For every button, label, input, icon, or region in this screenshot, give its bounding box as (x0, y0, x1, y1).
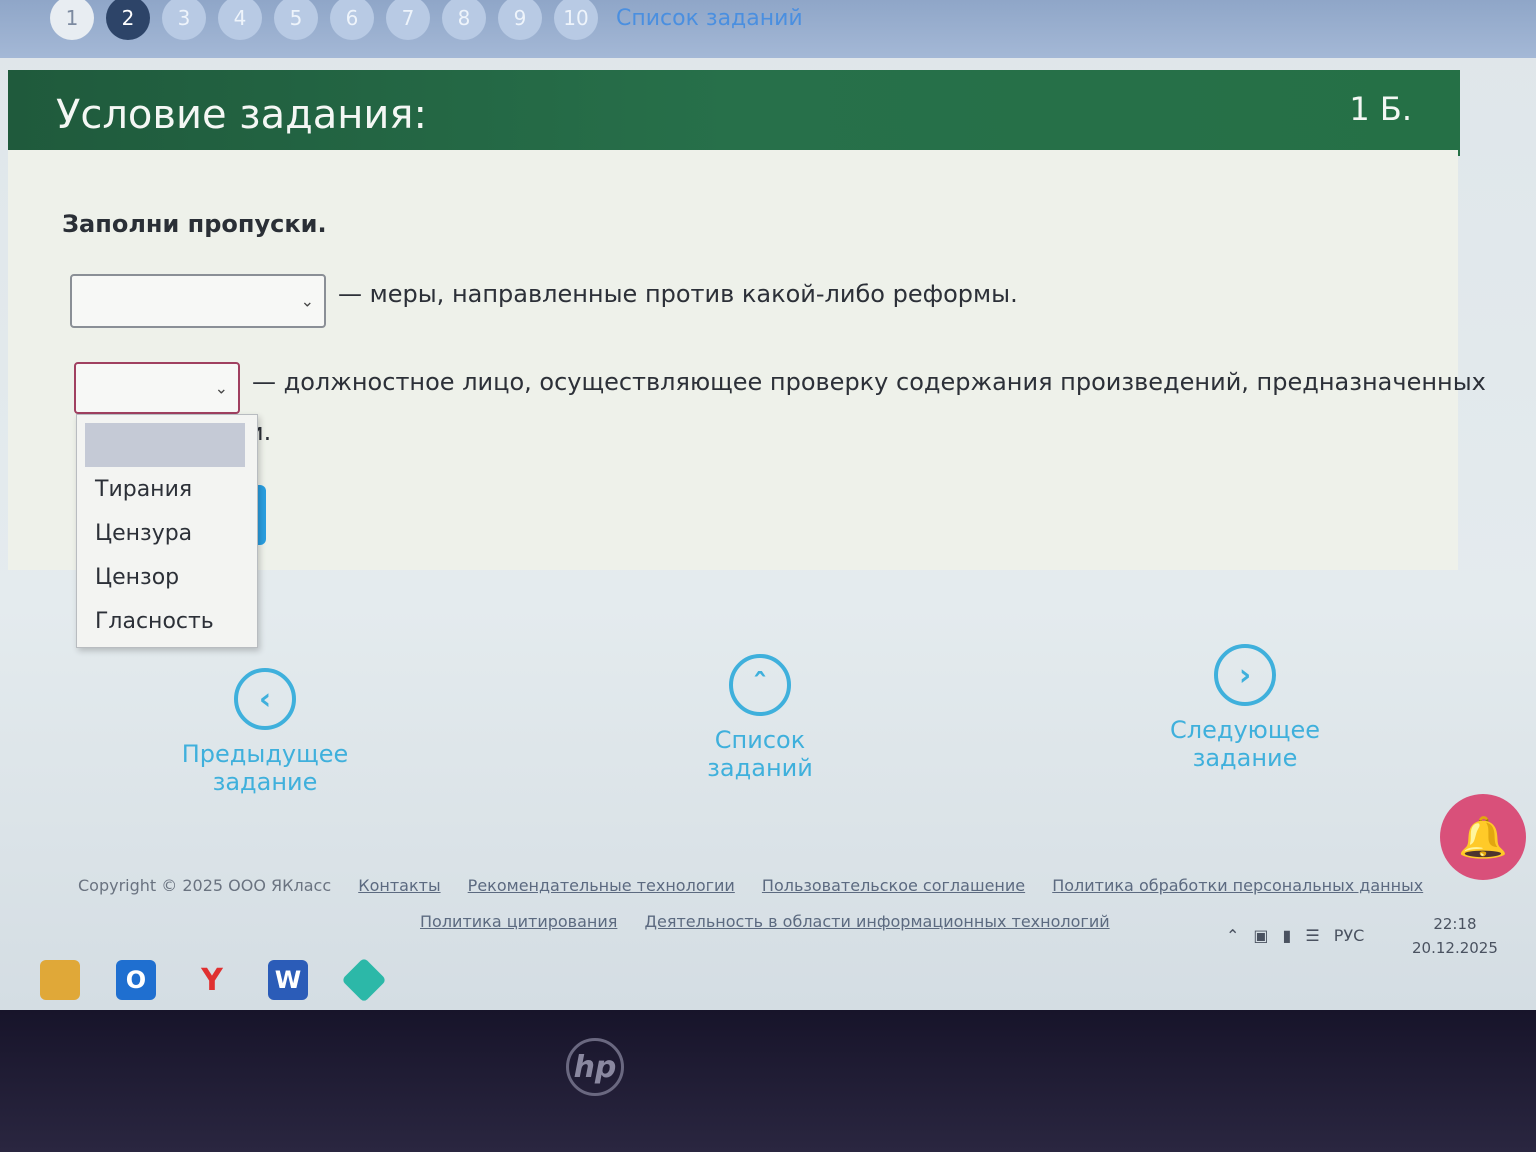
task-list-link[interactable]: Список заданий (616, 6, 803, 31)
page-10-button[interactable]: 10 (554, 0, 598, 40)
hp-logo-icon: hp (566, 1038, 624, 1096)
footer-link-privacy[interactable]: Политика обработки персональных данных (1052, 876, 1423, 895)
previous-task-label: Предыдущее задание (181, 740, 349, 796)
wifi-icon[interactable]: ☰ (1305, 926, 1319, 945)
task-header: Условие задания: 1 Б. (8, 70, 1460, 156)
footer-links: Copyright © 2025 ООО ЯКласс Контакты Рек… (78, 876, 1423, 895)
page-4-button[interactable]: 4 (218, 0, 262, 40)
dropdown-options-list: Тирания Цензура Цензор Гласность (76, 414, 258, 648)
task-pagination-bar: 1 2 3 4 5 6 7 8 9 10 Список заданий (0, 0, 1536, 58)
page-5-button[interactable]: 5 (274, 0, 318, 40)
copyright-text: Copyright © 2025 ООО ЯКласс (78, 876, 332, 895)
footer-link-user-agreement[interactable]: Пользовательское соглашение (762, 876, 1025, 895)
outlook-icon[interactable]: O (116, 960, 156, 1000)
bell-icon[interactable]: 🔔 (1440, 794, 1526, 880)
task-list-label: Список заданий (707, 726, 813, 782)
dropdown-option[interactable]: Гласность (95, 609, 214, 634)
blank-select-2[interactable]: ⌄ (74, 362, 240, 414)
footer-links-2: Политика цитирования Деятельность в обла… (420, 912, 1110, 931)
next-task-button[interactable]: › Следующее задание (1120, 644, 1370, 772)
chevron-down-icon: ⌄ (300, 291, 314, 311)
next-task-label: Следующее задание (1170, 716, 1320, 772)
blank-select-1[interactable]: ⌄ (70, 274, 326, 328)
browser-screen: 1 2 3 4 5 6 7 8 9 10 Список заданий Усло… (0, 0, 1536, 1010)
page-9-button[interactable]: 9 (498, 0, 542, 40)
dropdown-option[interactable]: Тирания (95, 477, 192, 502)
clock-time: 22:18 (1433, 915, 1477, 933)
battery-icon[interactable]: ▮ (1283, 926, 1292, 945)
yandex-browser-icon[interactable]: Y (192, 960, 232, 1000)
task-list-button[interactable]: ˆ Список заданий (660, 654, 860, 782)
sentence-2-text: — должностное лицо, осуществляющее прове… (252, 368, 1486, 396)
meet-icon[interactable]: ▣ (1253, 926, 1268, 945)
page-1-button[interactable]: 1 (50, 0, 94, 40)
chevron-left-icon: ‹ (234, 668, 296, 730)
task-condition-title: Условие задания: (56, 92, 427, 138)
chevron-down-icon: ⌄ (214, 378, 228, 398)
page-3-button[interactable]: 3 (162, 0, 206, 40)
sentence-1-text: — меры, направленные против какой-либо р… (338, 280, 1018, 308)
footer-link-citation[interactable]: Политика цитирования (420, 912, 617, 931)
system-tray: ⌃ ▣ ▮ ☰ РУС (1226, 926, 1364, 945)
page-6-button[interactable]: 6 (330, 0, 374, 40)
page-8-button[interactable]: 8 (442, 0, 486, 40)
task-instruction: Заполни пропуски. (62, 210, 327, 238)
file-explorer-icon[interactable] (40, 960, 80, 1000)
language-indicator[interactable]: РУС (1334, 926, 1365, 945)
word-icon[interactable]: W (268, 960, 308, 1000)
chevron-up-icon: ˆ (729, 654, 791, 716)
page-numbers: 1 2 3 4 5 6 7 8 9 10 Список заданий (50, 0, 803, 40)
chevron-up-icon[interactable]: ⌃ (1226, 926, 1239, 945)
footer-link-contacts[interactable]: Контакты (358, 876, 440, 895)
taskbar: O Y W (0, 950, 1536, 1010)
dropdown-option[interactable]: Цензор (95, 565, 179, 590)
previous-task-button[interactable]: ‹ Предыдущее задание (130, 668, 400, 796)
app-cube-icon[interactable] (341, 957, 387, 1003)
task-points: 1 Б. (1349, 90, 1412, 128)
page-7-button[interactable]: 7 (386, 0, 430, 40)
page-2-button[interactable]: 2 (106, 0, 150, 40)
dropdown-option-empty[interactable] (85, 423, 245, 467)
dropdown-option[interactable]: Цензура (95, 521, 192, 546)
footer-link-recommendations[interactable]: Рекомендательные технологии (468, 876, 735, 895)
footer-link-it-activity[interactable]: Деятельность в области информационных те… (644, 912, 1109, 931)
chevron-right-icon: › (1214, 644, 1276, 706)
laptop-bezel (0, 1010, 1536, 1152)
